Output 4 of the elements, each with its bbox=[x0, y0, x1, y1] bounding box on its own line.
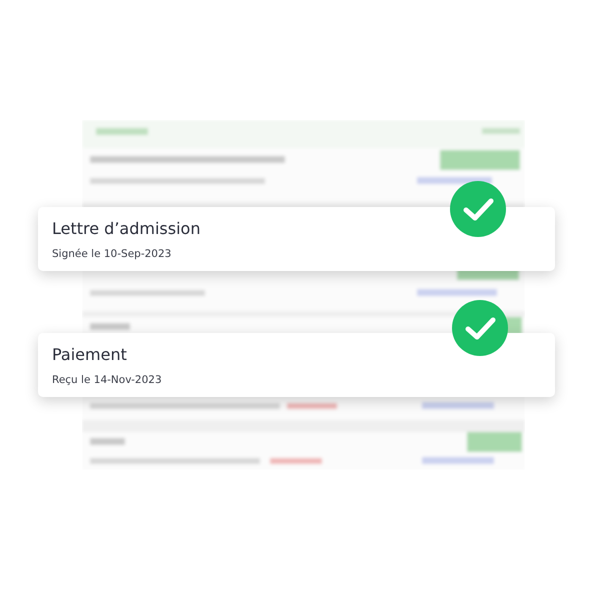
card-title: Paiement bbox=[52, 345, 128, 365]
card-subtitle: Reçu le 14-Nov-2023 bbox=[52, 373, 163, 387]
card-title: Lettre d’admission bbox=[52, 219, 202, 239]
card-subtitle: Signée le 10-Sep-2023 bbox=[52, 247, 172, 261]
